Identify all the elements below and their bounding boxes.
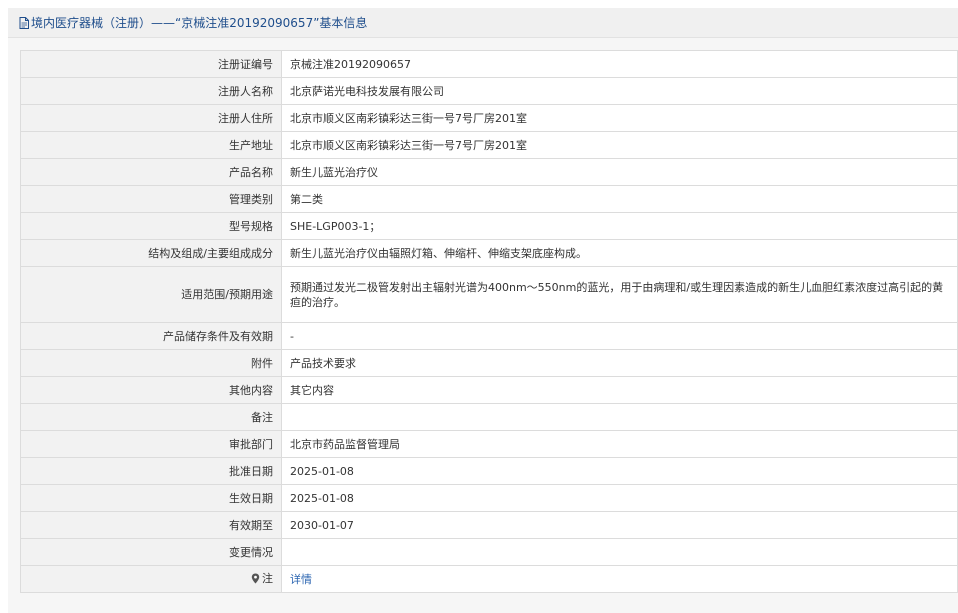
row-value: 第二类 <box>281 185 958 213</box>
table-row: 产品名称 新生儿蓝光治疗仪 <box>20 158 958 186</box>
row-label: 变更情况 <box>20 538 282 566</box>
row-label: 备注 <box>20 403 282 431</box>
row-value: - <box>281 322 958 350</box>
row-label: 批准日期 <box>20 457 282 485</box>
table-row: 适用范围/预期用途 预期通过发光二极管发射出主辐射光谱为400nm～550nm的… <box>20 266 958 323</box>
table-row: 批准日期 2025-01-08 <box>20 457 958 485</box>
row-label: 生效日期 <box>20 484 282 512</box>
table-row: 注册证编号 京械注准20192090657 <box>20 50 958 78</box>
row-value: 预期通过发光二极管发射出主辐射光谱为400nm～550nm的蓝光，用于由病理和/… <box>281 266 958 323</box>
row-label: 管理类别 <box>20 185 282 213</box>
row-label: 注册证编号 <box>20 50 282 78</box>
row-label: 其他内容 <box>20 376 282 404</box>
row-label: 适用范围/预期用途 <box>20 266 282 323</box>
table-row: 管理类别 第二类 <box>20 185 958 213</box>
row-label: 有效期至 <box>20 511 282 539</box>
table-row: 产品储存条件及有效期 - <box>20 322 958 350</box>
row-value: 新生儿蓝光治疗仪由辐照灯箱、伸缩杆、伸缩支架底座构成。 <box>281 239 958 267</box>
row-value: SHE-LGP003-1； <box>281 212 958 240</box>
table-row: 生效日期 2025-01-08 <box>20 484 958 512</box>
details-link[interactable]: 详情 <box>290 573 312 586</box>
row-label: 注册人住所 <box>20 104 282 132</box>
note-label: 注 <box>262 571 273 585</box>
page-title: 境内医疗器械（注册）——“京械注准20192090657”基本信息 <box>31 16 368 30</box>
table-row: 型号规格 SHE-LGP003-1； <box>20 212 958 240</box>
row-value: 北京市顺义区南彩镇彩达三街一号7号厂房201室 <box>281 104 958 132</box>
table-row: 结构及组成/主要组成成分 新生儿蓝光治疗仪由辐照灯箱、伸缩杆、伸缩支架底座构成。 <box>20 239 958 267</box>
row-label: 注册人名称 <box>20 77 282 105</box>
row-value <box>281 403 958 431</box>
table-row: 有效期至 2030-01-07 <box>20 511 958 539</box>
note-value-cell: 详情 <box>281 565 958 593</box>
row-value: 2030-01-07 <box>281 511 958 539</box>
row-label: 生产地址 <box>20 131 282 159</box>
row-value: 2025-01-08 <box>281 457 958 485</box>
row-label: 结构及组成/主要组成成分 <box>20 239 282 267</box>
document-icon <box>19 16 29 29</box>
table-row: 附件 产品技术要求 <box>20 349 958 377</box>
row-value: 北京市顺义区南彩镇彩达三街一号7号厂房201室 <box>281 131 958 159</box>
info-panel: 注册证编号 京械注准20192090657 注册人名称 北京萨诺光电科技发展有限… <box>8 38 958 613</box>
row-label: 附件 <box>20 349 282 377</box>
row-label: 产品名称 <box>20 158 282 186</box>
row-value: 新生儿蓝光治疗仪 <box>281 158 958 186</box>
row-label: 型号规格 <box>20 212 282 240</box>
map-pin-icon <box>251 573 260 584</box>
row-label: 产品储存条件及有效期 <box>20 322 282 350</box>
row-value: 其它内容 <box>281 376 958 404</box>
row-value: 北京市药品监督管理局 <box>281 430 958 458</box>
row-value: 2025-01-08 <box>281 484 958 512</box>
table-row: 其他内容 其它内容 <box>20 376 958 404</box>
row-label: 审批部门 <box>20 430 282 458</box>
table-row: 审批部门 北京市药品监督管理局 <box>20 430 958 458</box>
row-value: 京械注准20192090657 <box>281 50 958 78</box>
table-row: 生产地址 北京市顺义区南彩镇彩达三街一号7号厂房201室 <box>20 131 958 159</box>
page-header: 境内医疗器械（注册）——“京械注准20192090657”基本信息 <box>8 8 958 38</box>
row-value: 北京萨诺光电科技发展有限公司 <box>281 77 958 105</box>
note-label-cell: 注 <box>20 565 282 593</box>
device-info-table: 注册证编号 京械注准20192090657 注册人名称 北京萨诺光电科技发展有限… <box>20 50 958 593</box>
row-value: 产品技术要求 <box>281 349 958 377</box>
table-row-note: 注 详情 <box>20 565 958 593</box>
table-row: 注册人住所 北京市顺义区南彩镇彩达三街一号7号厂房201室 <box>20 104 958 132</box>
row-value <box>281 538 958 566</box>
table-row: 变更情况 <box>20 538 958 566</box>
table-row: 备注 <box>20 403 958 431</box>
table-row: 注册人名称 北京萨诺光电科技发展有限公司 <box>20 77 958 105</box>
